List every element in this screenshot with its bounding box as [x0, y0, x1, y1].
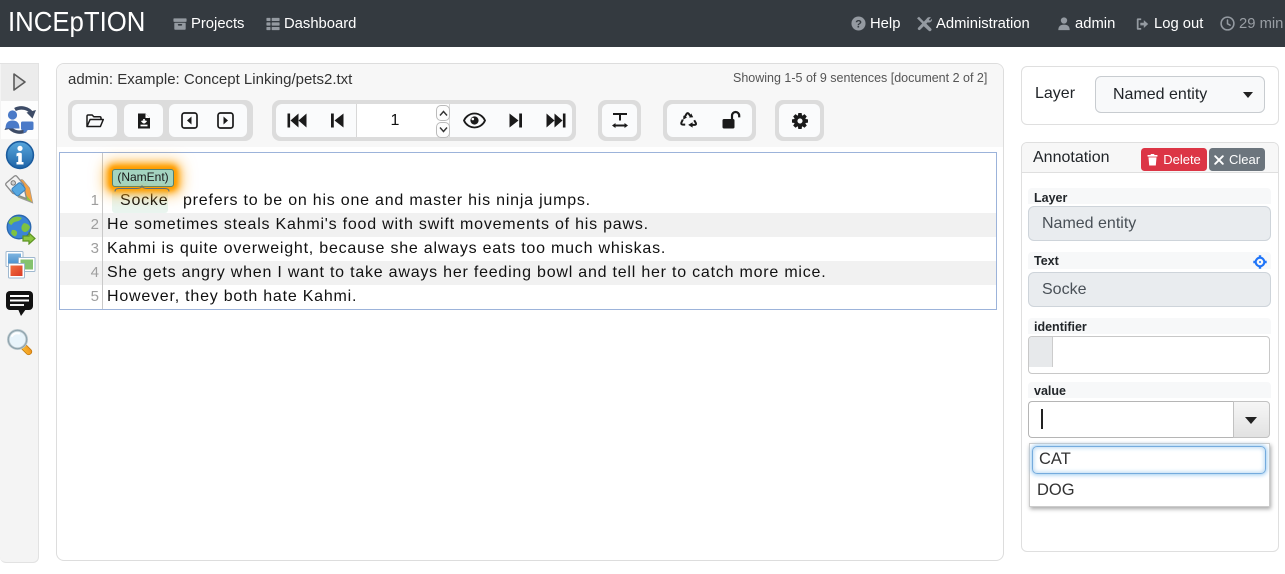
svg-text:?: ? [855, 18, 862, 30]
